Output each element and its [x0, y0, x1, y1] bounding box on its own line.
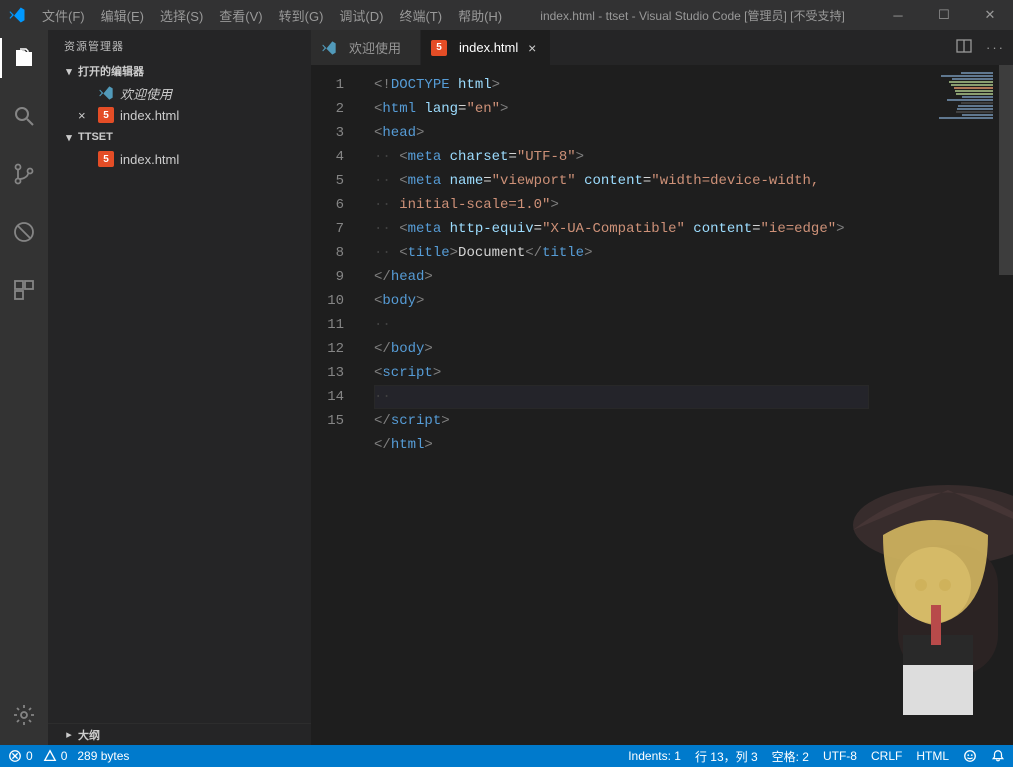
- html-file-icon: 5: [98, 107, 114, 123]
- menu-item[interactable]: 选择(S): [152, 6, 211, 25]
- menu-item[interactable]: 调试(D): [331, 6, 391, 25]
- code-editor[interactable]: 12345 6789101112131415 <!DOCTYPE html><h…: [311, 65, 1013, 745]
- code-line[interactable]: <!DOCTYPE html>: [374, 73, 939, 97]
- status-indents[interactable]: Indents: 1: [628, 749, 681, 763]
- code-line[interactable]: <script>: [374, 361, 939, 385]
- minimize-button[interactable]: ─: [875, 0, 921, 30]
- status-cursor[interactable]: 行 13，列 3: [695, 748, 758, 765]
- open-editor-item[interactable]: 欢迎使用: [48, 82, 311, 104]
- code-line[interactable]: </body>: [374, 337, 939, 361]
- menu-item[interactable]: 帮助(H): [450, 6, 510, 25]
- menu-item[interactable]: 编辑(E): [93, 6, 152, 25]
- code-line[interactable]: ·· <meta charset="UTF-8">: [374, 145, 939, 169]
- settings-icon[interactable]: [0, 695, 48, 735]
- close-icon[interactable]: ×: [524, 40, 540, 56]
- tab-label: index.html: [459, 40, 518, 55]
- activity-bar: [0, 30, 48, 745]
- code-line[interactable]: </script>: [374, 409, 939, 433]
- file-label: index.html: [120, 152, 179, 167]
- file-label: index.html: [120, 108, 179, 123]
- code-line[interactable]: </html>: [374, 433, 939, 457]
- menu-bar: 文件(F)编辑(E)选择(S)查看(V)转到(G)调试(D)终端(T)帮助(H): [34, 6, 510, 25]
- editor-tab[interactable]: 5 index.html ×: [421, 30, 551, 65]
- vscode-icon: [321, 40, 337, 56]
- code-line[interactable]: ·· <meta http-equiv="X-UA-Compatible" co…: [374, 217, 939, 241]
- menu-item[interactable]: 终端(T): [391, 6, 450, 25]
- statusbar: 0 0 289 bytes Indents: 1 行 13，列 3 空格: 2 …: [0, 745, 1013, 767]
- search-icon[interactable]: [0, 96, 48, 136]
- chevron-right-icon: ▸: [62, 728, 76, 741]
- status-encoding[interactable]: UTF-8: [823, 749, 857, 763]
- project-section[interactable]: ▾ TTSET: [48, 126, 311, 148]
- chevron-down-icon: ▾: [62, 131, 76, 144]
- tab-bar: 欢迎使用 5 index.html × ···: [311, 30, 1013, 65]
- scrollbar-thumb[interactable]: [999, 65, 1013, 275]
- code-line[interactable]: </head>: [374, 265, 939, 289]
- window-title: index.html - ttset - Visual Studio Code …: [510, 7, 875, 24]
- project-label: TTSET: [78, 131, 113, 143]
- open-editors-label: 打开的编辑器: [78, 63, 144, 79]
- explorer-tree: ▾ 打开的编辑器 欢迎使用 × 5 index.html ▾ TTSET 5 index…: [48, 60, 311, 723]
- menu-item[interactable]: 转到(G): [271, 6, 332, 25]
- code-line[interactable]: <html lang="en">: [374, 97, 939, 121]
- source-control-icon[interactable]: [0, 154, 48, 194]
- code-line[interactable]: <body>: [374, 289, 939, 313]
- menu-item[interactable]: 查看(V): [211, 6, 270, 25]
- titlebar: 文件(F)编辑(E)选择(S)查看(V)转到(G)调试(D)终端(T)帮助(H)…: [0, 0, 1013, 30]
- open-editor-item[interactable]: × 5 index.html: [48, 104, 311, 126]
- explorer-icon[interactable]: [0, 38, 48, 78]
- status-errors[interactable]: 0: [8, 749, 33, 763]
- close-icon[interactable]: ×: [78, 108, 94, 123]
- editor-region: 欢迎使用 5 index.html × ··· 12345 6789101112131…: [311, 30, 1013, 745]
- project-file-item[interactable]: 5 index.html: [48, 148, 311, 170]
- vertical-scrollbar[interactable]: [999, 65, 1013, 745]
- chevron-down-icon: ▾: [62, 65, 76, 78]
- feedback-icon[interactable]: [963, 749, 977, 763]
- open-editors-section[interactable]: ▾ 打开的编辑器: [48, 60, 311, 82]
- code-line[interactable]: ··: [374, 385, 869, 409]
- split-editor-icon[interactable]: [956, 38, 972, 57]
- minimap[interactable]: [939, 65, 999, 745]
- window-controls: ─ ☐ ✕: [875, 0, 1013, 30]
- code-content[interactable]: <!DOCTYPE html><html lang="en"><head>·· …: [362, 65, 939, 745]
- code-line[interactable]: ··: [374, 313, 939, 337]
- app-icon: [0, 6, 34, 24]
- code-line[interactable]: ·· <title>Document</title>: [374, 241, 939, 265]
- html-file-icon: 5: [431, 40, 447, 56]
- status-spaces[interactable]: 空格: 2: [772, 748, 809, 765]
- file-label: 欢迎使用: [120, 84, 172, 103]
- outline-label: 大纲: [78, 727, 100, 743]
- maximize-button[interactable]: ☐: [921, 0, 967, 30]
- debug-icon[interactable]: [0, 212, 48, 252]
- menu-item[interactable]: 文件(F): [34, 6, 93, 25]
- status-warnings[interactable]: 0: [43, 749, 68, 763]
- tab-label: 欢迎使用: [349, 38, 401, 57]
- code-line[interactable]: <head>: [374, 121, 939, 145]
- code-line[interactable]: ·· initial-scale=1.0">: [374, 193, 939, 217]
- more-actions-icon[interactable]: ···: [986, 40, 1005, 55]
- close-button[interactable]: ✕: [967, 0, 1013, 30]
- html-file-icon: 5: [98, 151, 114, 167]
- outline-section[interactable]: ▸ 大纲: [48, 723, 311, 745]
- status-eol[interactable]: CRLF: [871, 749, 902, 763]
- bell-icon[interactable]: [991, 749, 1005, 763]
- editor-tab[interactable]: 欢迎使用: [311, 30, 421, 65]
- status-lang[interactable]: HTML: [916, 749, 949, 763]
- errors-count: 0: [26, 749, 33, 763]
- sidebar-title: 资源管理器: [48, 30, 311, 60]
- status-size[interactable]: 289 bytes: [77, 749, 129, 763]
- warnings-count: 0: [61, 749, 68, 763]
- sidebar: 资源管理器 ▾ 打开的编辑器 欢迎使用 × 5 index.html ▾ TTSET …: [48, 30, 311, 745]
- vscode-icon: [98, 85, 114, 101]
- line-gutter: 12345 6789101112131415: [311, 65, 362, 745]
- extensions-icon[interactable]: [0, 270, 48, 310]
- code-line[interactable]: ·· <meta name="viewport" content="width=…: [374, 169, 939, 193]
